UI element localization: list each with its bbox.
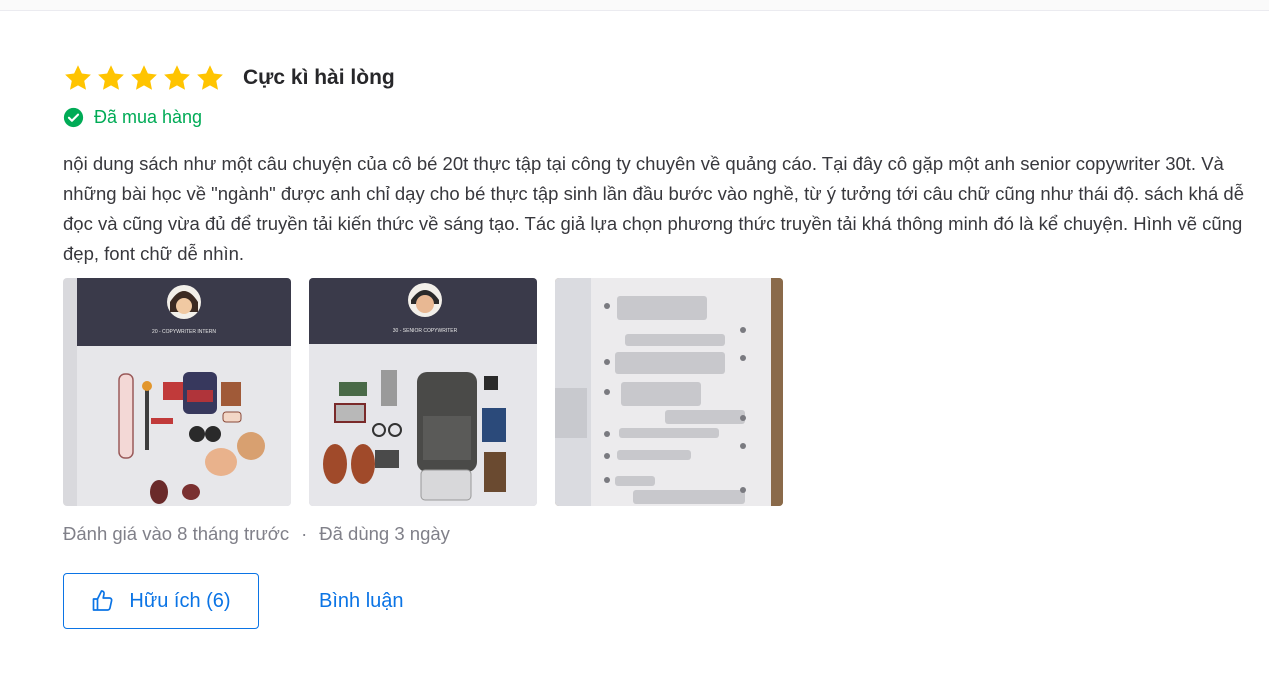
review-photo-1[interactable]: 20 - COPYWRITER INTERN xyxy=(63,278,291,506)
star-icon xyxy=(197,65,223,90)
photo-2-caption: 30 - SENIOR COPYWRITER xyxy=(393,328,458,334)
meta-separator: · xyxy=(301,523,308,544)
star-icon xyxy=(98,65,124,90)
star-icon xyxy=(164,65,190,90)
review-images: 20 - COPYWRITER INTERN 30 - SENIOR COPYW… xyxy=(63,278,1253,506)
review-title: Cực kì hài lòng xyxy=(243,66,395,89)
review-card: Cực kì hài lòng Đã mua hàng nội dung sác… xyxy=(63,60,1253,629)
purchased-label: Đã mua hàng xyxy=(94,106,203,127)
thumbs-up-icon xyxy=(93,590,113,611)
top-divider xyxy=(0,0,1269,11)
helpful-button[interactable]: Hữu ích (6) xyxy=(63,573,259,629)
rating-row: Cực kì hài lòng xyxy=(63,60,1253,96)
star-icon xyxy=(131,65,157,90)
usage-duration: Đã dùng 3 ngày xyxy=(319,523,450,544)
review-date: Đánh giá vào 8 tháng trước xyxy=(63,523,290,544)
helpful-label: Hữu ích (6) xyxy=(129,589,231,612)
photo-1-caption: 20 - COPYWRITER INTERN xyxy=(152,329,216,335)
purchased-badge: Đã mua hàng xyxy=(63,105,1253,129)
review-content: nội dung sách như một câu chuyện của cô … xyxy=(63,153,1245,264)
review-photo-3[interactable] xyxy=(555,278,783,506)
review-actions: Hữu ích (6) Bình luận xyxy=(63,573,1253,629)
comment-button[interactable]: Bình luận xyxy=(319,590,404,613)
star-icon xyxy=(65,65,91,90)
check-circle-icon xyxy=(63,107,84,127)
star-rating xyxy=(63,63,225,93)
review-photo-2[interactable]: 30 - SENIOR COPYWRITER xyxy=(309,278,537,506)
review-meta: Đánh giá vào 8 tháng trước · Đã dùng 3 n… xyxy=(63,523,1253,545)
